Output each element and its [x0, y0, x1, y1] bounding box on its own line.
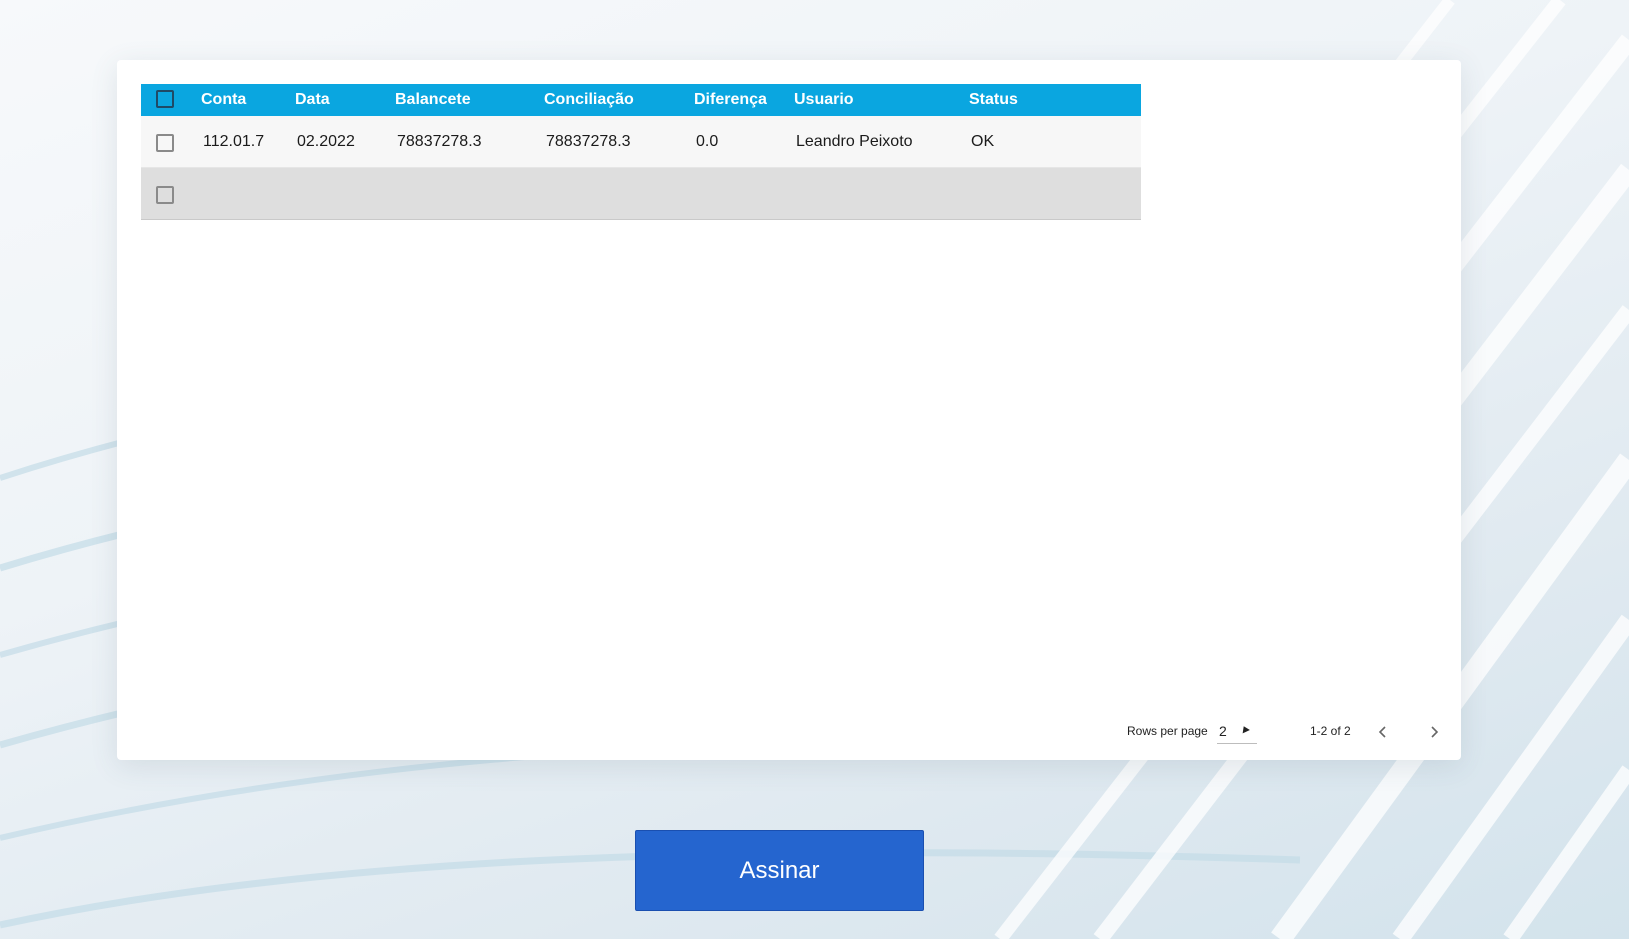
sign-button[interactable]: Assinar: [635, 830, 924, 911]
data-grid: Conta Data Balancete Conciliação Diferen…: [141, 84, 1141, 220]
column-header-conciliacao[interactable]: Conciliação: [544, 91, 634, 109]
chevron-right-icon: [1431, 726, 1439, 738]
data-card: Conta Data Balancete Conciliação Diferen…: [117, 60, 1461, 760]
cell-status: OK: [971, 132, 995, 150]
cell-conta: 112.01.7: [203, 132, 265, 150]
rows-per-page-value: 2: [1219, 723, 1227, 739]
cell-conciliacao: 78837278.3: [546, 132, 631, 150]
cell-balancete: 78837278.3: [397, 132, 482, 150]
next-page-button[interactable]: [1422, 720, 1446, 744]
dropdown-caret-icon: [1240, 724, 1250, 734]
table-row[interactable]: 112.01.7 02.2022 78837278.3 78837278.3 0…: [141, 116, 1141, 168]
grid-header: Conta Data Balancete Conciliação Diferen…: [141, 84, 1141, 116]
column-header-diferenca[interactable]: Diferença: [694, 91, 767, 109]
column-header-conta[interactable]: Conta: [201, 91, 246, 109]
previous-page-button[interactable]: [1371, 720, 1395, 744]
column-header-balancete[interactable]: Balancete: [395, 91, 471, 109]
chevron-left-icon: [1378, 726, 1386, 738]
cell-usuario: Leandro Peixoto: [796, 132, 913, 150]
column-header-usuario[interactable]: Usuario: [794, 91, 854, 109]
page-range-text: 1-2 of 2: [1310, 724, 1351, 738]
table-row[interactable]: [141, 168, 1141, 220]
row-checkbox[interactable]: [156, 186, 174, 204]
column-header-status[interactable]: Status: [969, 91, 1018, 109]
pagination-bar: Rows per page 2 1-2 of 2: [117, 720, 1461, 760]
select-all-checkbox[interactable]: [156, 90, 174, 108]
row-checkbox[interactable]: [156, 134, 174, 152]
rows-per-page-label: Rows per page: [1127, 724, 1208, 738]
rows-per-page-select[interactable]: 2: [1217, 720, 1257, 744]
column-header-data[interactable]: Data: [295, 91, 330, 109]
cell-data: 02.2022: [297, 132, 355, 150]
cell-diferenca: 0.0: [696, 132, 719, 150]
